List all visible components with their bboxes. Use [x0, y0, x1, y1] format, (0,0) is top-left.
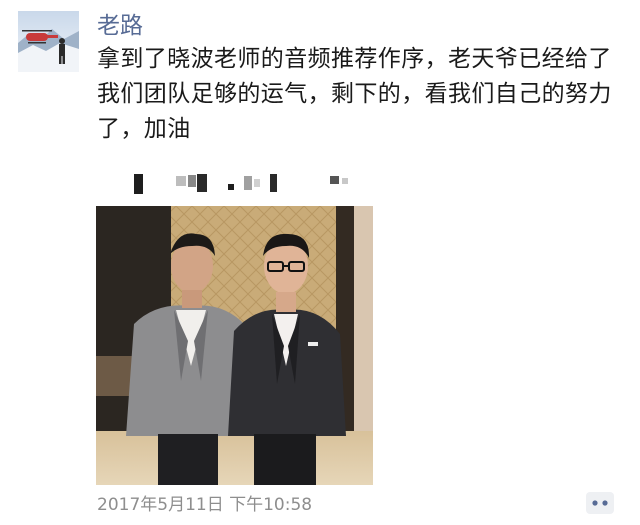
redacted-link: [130, 170, 370, 196]
post-timestamp: 2017年5月11日 下午10:58: [97, 495, 313, 515]
comment-button[interactable]: [586, 492, 614, 514]
post-text: 拿到了晓波老师的音频推荐作序，老天爷已经给了我们团队足够的运气，剩下的，看我们自…: [97, 46, 612, 142]
avatar[interactable]: [18, 11, 79, 72]
more-dots-icon: [592, 500, 608, 506]
post-photo[interactable]: [96, 206, 373, 485]
photo-image: [96, 206, 373, 485]
username[interactable]: 老路: [97, 12, 143, 40]
avatar-image: [18, 11, 79, 72]
